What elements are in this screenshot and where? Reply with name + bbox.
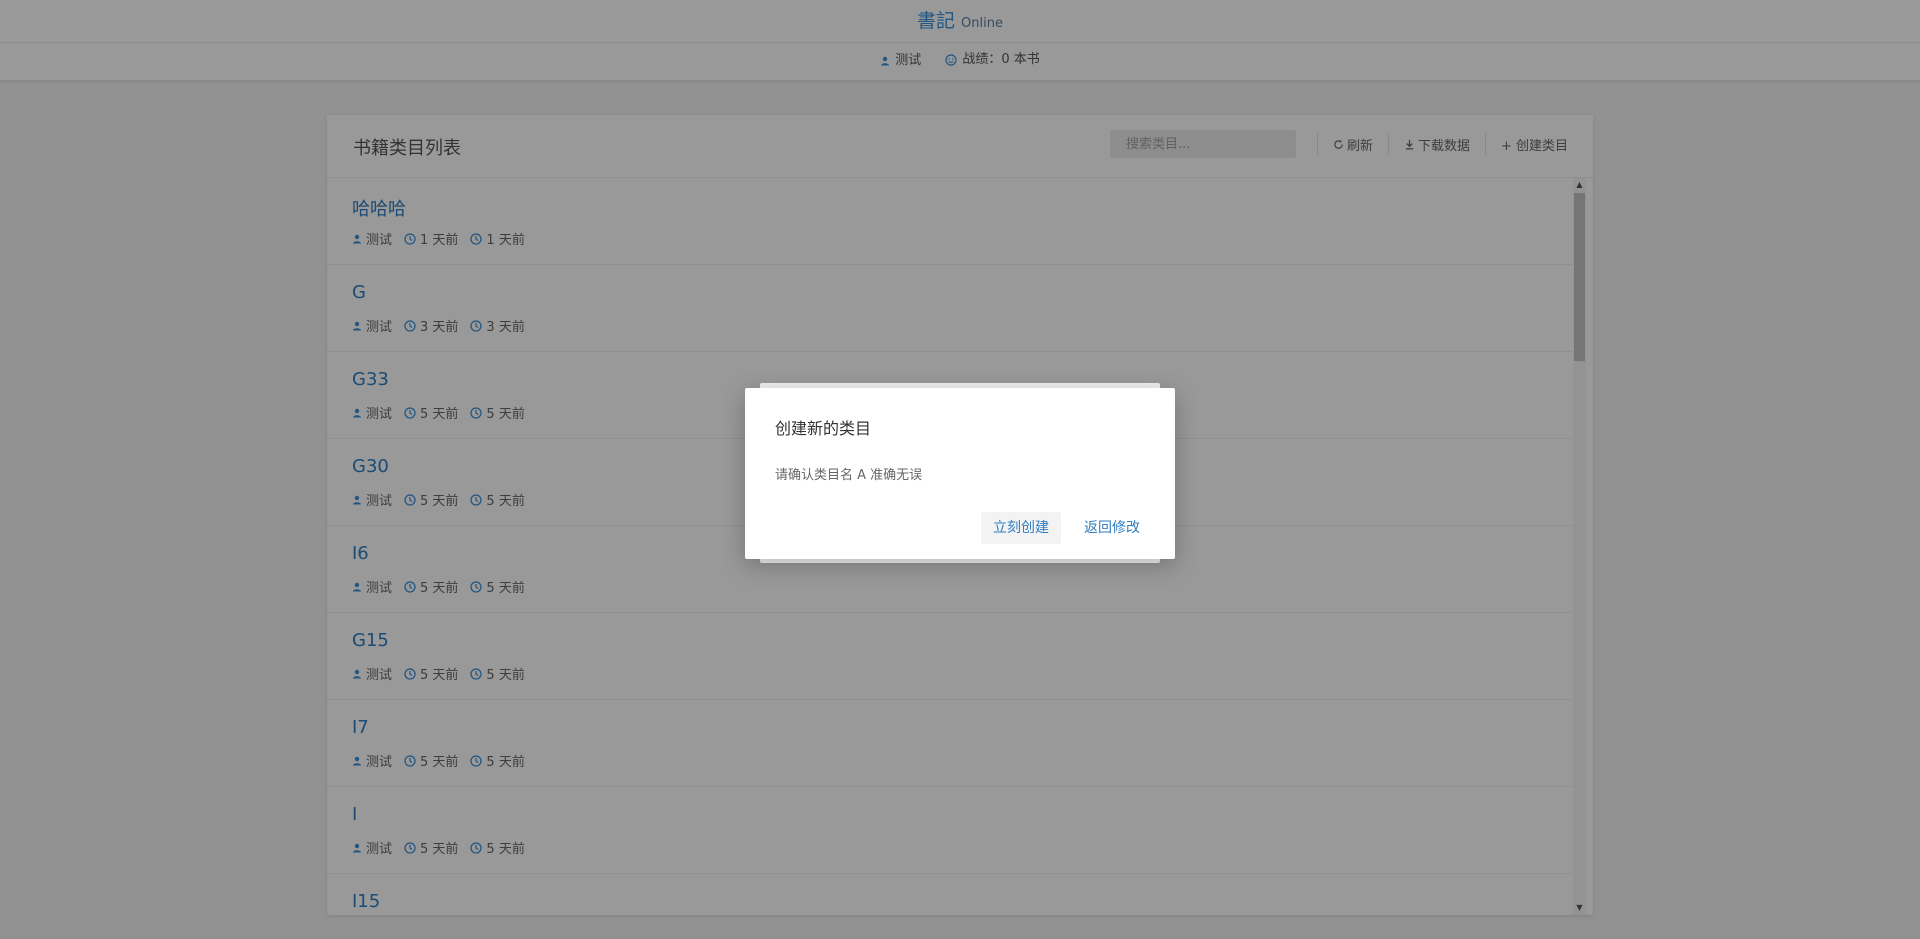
- dialog-title: 创建新的类目: [775, 419, 872, 438]
- dialog-message: 请确认类目名 A 准确无误: [775, 468, 923, 483]
- create-category-dialog: 创建新的类目 请确认类目名 A 准确无误 立刻创建 返回修改: [745, 388, 1175, 559]
- confirm-create-button[interactable]: 立刻创建: [981, 512, 1061, 544]
- back-edit-button[interactable]: 返回修改: [1072, 512, 1152, 544]
